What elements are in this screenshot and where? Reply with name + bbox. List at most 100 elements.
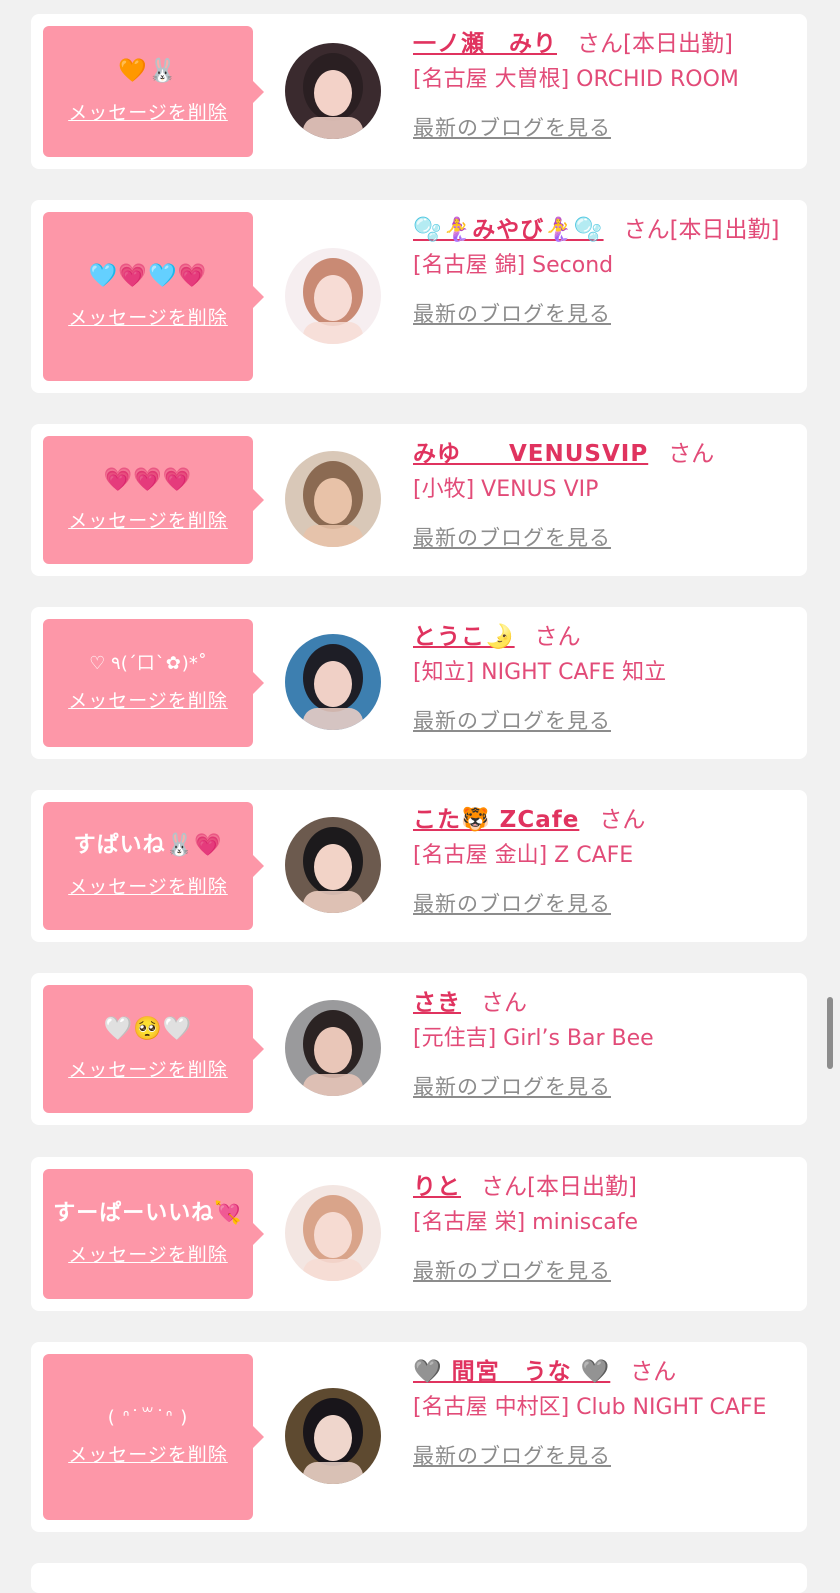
name-line: 一ノ瀬 みり さん[本日出勤]: [413, 26, 783, 62]
message-bubble: すーぱーいいね💘 メッセージを削除: [43, 1169, 264, 1299]
name-line: 🫧🧜‍♀️みやび🧜‍♀️🫧 さん[本日出勤]: [413, 212, 783, 248]
delete-message-link[interactable]: メッセージを削除: [68, 872, 228, 899]
girl-name-link[interactable]: みゆ VENUSVIP: [413, 441, 648, 467]
shop-name: [名古屋 大曽根] ORCHID ROOM: [413, 67, 739, 92]
message-bubble: 🩵💗🩵💗 メッセージを削除: [43, 212, 264, 381]
girl-info: こた🐯 ZCafe さん [名古屋 金山] Z CAFE 最新のブログを見る: [413, 802, 783, 918]
delete-message-link[interactable]: メッセージを削除: [68, 686, 228, 713]
girl-info: 一ノ瀬 みり さん[本日出勤] [名古屋 大曽根] ORCHID ROOM 最新のブロ…: [413, 26, 783, 142]
girl-name-link[interactable]: 🫧🧜‍♀️みやび🧜‍♀️🫧: [413, 217, 604, 243]
avatar[interactable]: [285, 1185, 381, 1281]
avatar[interactable]: [285, 43, 381, 139]
honorific: さん: [577, 31, 623, 57]
message-card: ♡ ٩(ˊ口ˋ✿)*˚ メッセージを削除 とうこ🌛 さん [知立] NIGHT CAFE…: [31, 607, 807, 759]
avatar[interactable]: [285, 817, 381, 913]
girl-info: りと さん[本日出勤] [名古屋 栄] miniscafe 最新のブログを見る: [413, 1169, 783, 1285]
message-bubble: ( ᐢ˙꒳˙ᐢ ) メッセージを削除: [43, 1354, 264, 1520]
avatar[interactable]: [285, 248, 381, 344]
message-bubble: すぱいね🐰💗 メッセージを削除: [43, 802, 264, 930]
blog-line: 最新のブログを見る: [413, 112, 783, 142]
name-line: とうこ🌛 さん: [413, 619, 783, 655]
blog-line: 最新のブログを見る: [413, 298, 783, 328]
message-card: 💗💗💗 メッセージを削除 みゆ VENUSVIP さん [小牧] VENUS VIP 最新…: [31, 424, 807, 576]
avatar-photo-icon: [285, 1185, 381, 1281]
delete-message-link[interactable]: メッセージを削除: [68, 303, 228, 330]
shop-name: [名古屋 錦] Second: [413, 253, 614, 278]
blog-line: 最新のブログを見る: [413, 705, 783, 735]
message-text: すぱいね🐰💗: [73, 833, 223, 859]
girl-name-link[interactable]: こた🐯 ZCafe: [413, 807, 579, 833]
blog-line: 最新のブログを見る: [413, 1071, 783, 1101]
message-card: 🧡🐰 メッセージを削除 一ノ瀬 みり さん[本日出勤] [名古屋 大曽根] ORCHID…: [31, 14, 807, 169]
name-line: こた🐯 ZCafe さん: [413, 802, 783, 838]
delete-message-link[interactable]: メッセージを削除: [68, 506, 228, 533]
girl-name-link[interactable]: 🩶 間宮 うな 🩶: [413, 1359, 610, 1385]
message-text: ( ᐢ˙꒳˙ᐢ ): [107, 1406, 189, 1428]
message-card: すぱいね🐰💗 メッセージを削除 こた🐯 ZCafe さん [名古屋 金山] Z CAFE…: [31, 790, 807, 942]
avatar[interactable]: [285, 1000, 381, 1096]
honorific: さん: [668, 441, 715, 467]
blog-line: 最新のブログを見る: [413, 888, 783, 918]
message-card: ( ᐢ˙꒳˙ᐢ ) メッセージを削除 🩶 間宮 うな 🩶 さん [名古屋 中村区] Cl…: [31, 1342, 807, 1532]
girl-info: みゆ VENUSVIP さん [小牧] VENUS VIP 最新のブログを見る: [413, 436, 783, 552]
message-bubble: 🤍🥺🤍 メッセージを削除: [43, 985, 264, 1113]
name-line: りと さん[本日出勤]: [413, 1169, 783, 1205]
avatar[interactable]: [285, 451, 381, 547]
blog-line: 最新のブログを見る: [413, 1255, 783, 1285]
latest-blog-link[interactable]: 最新のブログを見る: [413, 709, 611, 733]
girl-name-link[interactable]: さき: [413, 990, 461, 1016]
delete-message-link[interactable]: メッセージを削除: [68, 1240, 228, 1267]
message-bubble: ♡ ٩(ˊ口ˋ✿)*˚ メッセージを削除: [43, 619, 264, 747]
message-text: すーぱーいいね💘: [53, 1201, 243, 1227]
name-line: 🩶 間宮 うな 🩶 さん: [413, 1354, 783, 1390]
shop-name: [名古屋 栄] miniscafe: [413, 1210, 639, 1235]
message-text: 🧡🐰: [118, 58, 178, 85]
girl-info: 🫧🧜‍♀️みやび🧜‍♀️🫧 さん[本日出勤] [名古屋 錦] Second 最新のブロ…: [413, 212, 783, 328]
latest-blog-link[interactable]: 最新のブログを見る: [413, 1444, 611, 1468]
avatar[interactable]: [285, 634, 381, 730]
avatar-photo-icon: [285, 817, 381, 913]
avatar-photo-icon: [285, 248, 381, 344]
latest-blog-link[interactable]: 最新のブログを見る: [413, 302, 611, 326]
avatar-photo-icon: [285, 1388, 381, 1484]
shop-name: [名古屋 金山] Z CAFE: [413, 843, 634, 868]
delete-message-link[interactable]: メッセージを削除: [68, 1055, 228, 1082]
name-line: さき さん: [413, 985, 783, 1021]
girl-info: さき さん [元住吉] Girl’s Bar Bee 最新のブログを見る: [413, 985, 783, 1101]
message-card: 🩵💗🩵💗 メッセージを削除 🫧🧜‍♀️みやび🧜‍♀️🫧 さん[本日出勤] [名古屋 錦]…: [31, 200, 807, 393]
girl-name-link[interactable]: りと: [413, 1174, 461, 1200]
delete-message-link[interactable]: メッセージを削除: [68, 98, 228, 125]
name-line: みゆ VENUSVIP さん: [413, 436, 783, 472]
message-bubble: 💗💗💗 メッセージを削除: [43, 436, 264, 564]
message-text: ♡ ٩(ˊ口ˋ✿)*˚: [89, 652, 207, 674]
girl-name-link[interactable]: 一ノ瀬 みり: [413, 31, 557, 57]
girl-info: 🩶 間宮 うな 🩶 さん [名古屋 中村区] Club NIGHT CAFE 最新のブ…: [413, 1354, 783, 1470]
avatar[interactable]: [285, 1388, 381, 1484]
blog-line: 最新のブログを見る: [413, 1440, 783, 1470]
latest-blog-link[interactable]: 最新のブログを見る: [413, 892, 611, 916]
message-card: 🤍🥺🤍 メッセージを削除 さき さん [元住吉] Girl’s Bar Bee 最新のブロ…: [31, 973, 807, 1125]
avatar-photo-icon: [285, 1000, 381, 1096]
message-text: 💗💗💗: [103, 466, 193, 493]
shop-name: [知立] NIGHT CAFE 知立: [413, 660, 667, 685]
scrollbar[interactable]: [827, 997, 833, 1069]
avatar-photo-icon: [285, 634, 381, 730]
delete-message-link[interactable]: メッセージを削除: [68, 1440, 228, 1467]
honorific: さん: [481, 990, 527, 1016]
honorific: さん: [534, 624, 581, 650]
status-badge: [本日出勤]: [527, 1174, 637, 1200]
shop-name: [小牧] VENUS VIP: [413, 477, 599, 502]
latest-blog-link[interactable]: 最新のブログを見る: [413, 1259, 611, 1283]
avatar-photo-icon: [285, 451, 381, 547]
message-card: すーぱーいいね💘 メッセージを削除 りと さん[本日出勤] [名古屋 栄] minisc…: [31, 1157, 807, 1311]
latest-blog-link[interactable]: 最新のブログを見る: [413, 1075, 611, 1099]
latest-blog-link[interactable]: 最新のブログを見る: [413, 116, 611, 140]
honorific: さん: [481, 1174, 527, 1200]
honorific: さん: [630, 1359, 677, 1385]
honorific: さん: [623, 217, 670, 243]
status-badge: [本日出勤]: [669, 217, 780, 243]
shop-name: [名古屋 中村区] Club NIGHT CAFE: [413, 1395, 767, 1420]
latest-blog-link[interactable]: 最新のブログを見る: [413, 526, 611, 550]
girl-name-link[interactable]: とうこ🌛: [413, 624, 515, 650]
status-badge: [本日出勤]: [623, 31, 733, 57]
